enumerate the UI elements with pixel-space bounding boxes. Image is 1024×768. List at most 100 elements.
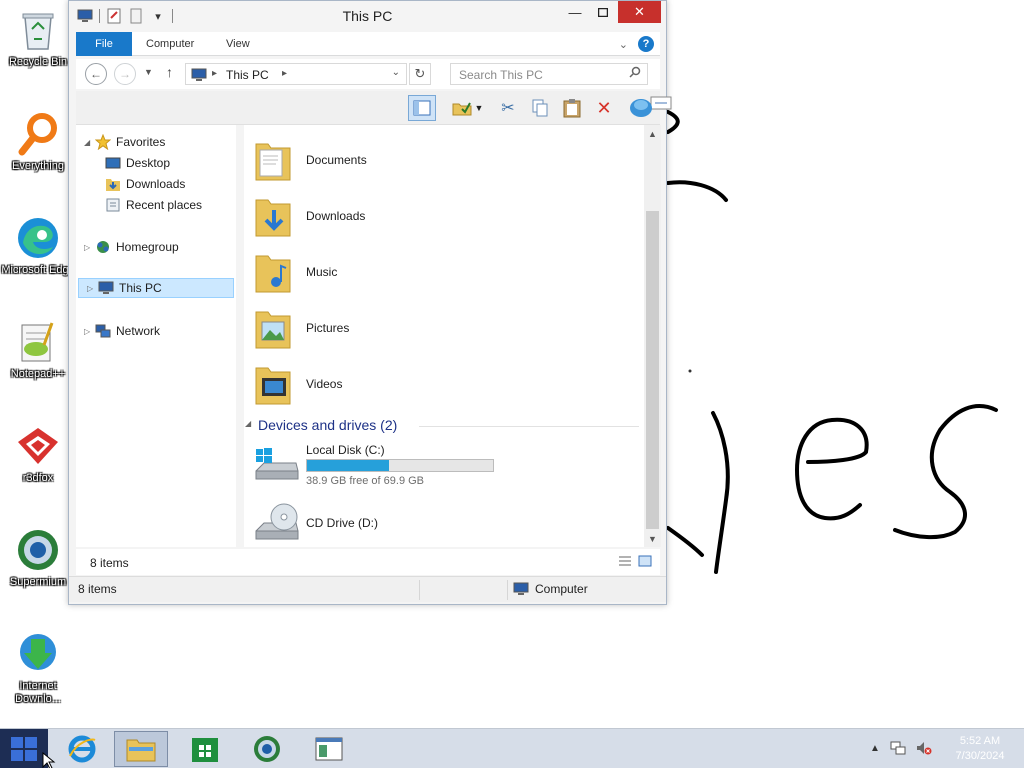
taskbar-supermium[interactable] <box>240 731 294 767</box>
search-input[interactable]: Search This PC <box>450 63 648 85</box>
copy-button[interactable] <box>526 95 554 121</box>
collapse-arrow-icon[interactable]: ◢ <box>84 138 94 147</box>
title-bar[interactable]: ▾ This PC — ✕ <box>69 1 666 31</box>
view-switcher <box>618 555 652 567</box>
nav-favorites[interactable]: ◢ Favorites <box>76 132 234 152</box>
cut-button[interactable]: ✂ <box>494 95 522 121</box>
forward-button[interactable]: → <box>114 63 136 85</box>
supermium-icon <box>254 736 280 762</box>
desktop-icon-supermium[interactable]: Supermium <box>0 526 76 589</box>
devices-and-drives-group[interactable]: ◢ Devices and drives (2) <box>244 415 639 435</box>
folder-documents[interactable]: Documents <box>254 138 554 188</box>
scrollbar-thumb[interactable] <box>646 211 659 529</box>
drive-local-disk-c[interactable]: Local Disk (C:) 38.9 GB free of 69.9 GB <box>254 443 554 493</box>
taskbar-app-window[interactable] <box>302 731 356 767</box>
nav-label: Favorites <box>116 135 166 149</box>
breadcrumb-location[interactable]: This PC <box>226 68 269 82</box>
shell-icon <box>630 99 652 117</box>
navigation-pane-button[interactable] <box>408 95 436 121</box>
folder-name: Documents <box>306 153 367 167</box>
start-button[interactable] <box>0 729 48 768</box>
desktop-icon-r3dfox[interactable]: r3dfox <box>0 422 76 485</box>
pictures-folder-icon <box>255 311 291 349</box>
this-pc-icon <box>97 280 115 296</box>
expand-arrow-icon[interactable]: ▷ <box>84 243 94 252</box>
clock-time: 5:52 AM <box>959 735 1001 747</box>
search-icon <box>629 66 641 81</box>
delete-button[interactable]: ✕ <box>590 95 618 121</box>
volume-muted-icon[interactable] <box>916 741 932 755</box>
folder-videos[interactable]: Videos <box>254 362 554 412</box>
desktop-icon-notepadpp[interactable]: Notepad++ <box>0 318 76 381</box>
up-button[interactable]: ↑ <box>166 64 173 80</box>
minimize-button[interactable]: — <box>561 1 589 23</box>
nav-recent-places[interactable]: Recent places <box>76 195 234 215</box>
tab-file[interactable]: File <box>76 32 132 56</box>
address-dropdown-icon[interactable]: ⌄ <box>392 67 400 78</box>
show-hidden-icons-chevron-icon[interactable]: ▲ <box>870 743 880 754</box>
nav-desktop[interactable]: Desktop <box>76 153 234 173</box>
cd-drive-icon <box>255 503 299 540</box>
desktop-icon-idm[interactable]: Internet Downlo... <box>0 630 76 706</box>
nav-this-pc[interactable]: ▷ This PC <box>78 278 234 298</box>
maximize-button[interactable] <box>589 1 617 23</box>
windows-logo-icon <box>11 737 37 761</box>
desktop-icon-everything[interactable]: Everything <box>0 110 76 173</box>
folder-music[interactable]: Music <box>254 250 554 300</box>
expand-arrow-icon[interactable]: ▷ <box>87 284 97 293</box>
desktop-icon-label: r3dfox <box>22 472 54 484</box>
local-disk-icon <box>255 448 299 480</box>
nav-label: Downloads <box>126 177 186 191</box>
back-button[interactable]: ← <box>85 63 107 85</box>
shell-button[interactable] <box>629 96 657 120</box>
tab-computer[interactable]: Computer <box>136 32 204 56</box>
nav-label: Network <box>116 324 161 338</box>
large-icons-view-icon[interactable] <box>638 555 652 567</box>
expand-ribbon-chevron-icon[interactable]: ⌄ <box>619 38 628 51</box>
nav-label: Desktop <box>126 156 171 170</box>
system-tray: ▲ <box>870 741 932 755</box>
notepadpp-icon <box>14 318 62 366</box>
content-scrollbar[interactable]: ▲ ▼ <box>644 125 661 547</box>
status-bar: 8 items Computer <box>69 576 666 602</box>
status-location: Computer <box>513 582 588 596</box>
clipboard-icon <box>563 99 581 118</box>
videos-folder-icon <box>255 367 291 405</box>
recent-locations-dropdown-icon[interactable]: ▼ <box>144 67 153 77</box>
help-icon[interactable]: ? <box>638 36 654 52</box>
group-collapse-icon[interactable]: ◢ <box>245 419 251 428</box>
nav-homegroup[interactable]: ▷ Homegroup <box>76 237 234 257</box>
desktop-icon-label: Microsoft Edge <box>1 264 75 276</box>
paste-button[interactable] <box>558 95 586 121</box>
explorer-window: ▾ This PC — ✕ File Computer View ⌄ ? ← →… <box>68 0 672 605</box>
r3dfox-icon <box>14 422 62 470</box>
nav-label: This PC <box>119 281 162 295</box>
taskbar-internet-explorer[interactable] <box>55 731 109 767</box>
refresh-button[interactable]: ↻ <box>409 63 431 85</box>
folder-options-dropdown-icon[interactable]: ▼ <box>472 95 486 121</box>
details-view-icon[interactable] <box>618 555 632 567</box>
maximize-icon <box>598 7 608 17</box>
desktop-icon-recycle-bin[interactable]: Recycle Bin <box>0 6 76 69</box>
scroll-down-icon[interactable]: ▼ <box>644 530 661 547</box>
desktop-icon-edge[interactable]: Microsoft Edge <box>0 214 76 277</box>
ribbon-tabs: File Computer View ⌄ ? <box>76 32 660 56</box>
taskbar-clock[interactable]: 5:52 AM 7/30/2024 <box>950 734 1010 764</box>
nav-network[interactable]: ▷ Network <box>76 321 234 341</box>
folder-downloads[interactable]: Downloads <box>254 194 554 244</box>
expand-arrow-icon[interactable]: ▷ <box>84 327 94 336</box>
navigation-pane-icon <box>413 100 431 116</box>
supermium-icon <box>14 526 62 574</box>
store-icon <box>192 738 218 762</box>
scroll-up-icon[interactable]: ▲ <box>644 125 661 142</box>
folder-pictures[interactable]: Pictures <box>254 306 554 356</box>
network-status-icon[interactable] <box>890 741 906 755</box>
taskbar-file-explorer[interactable] <box>114 731 168 767</box>
taskbar-store[interactable] <box>178 731 232 767</box>
tab-view[interactable]: View <box>216 32 260 56</box>
breadcrumb-chevron-icon[interactable]: ▸ <box>282 68 287 79</box>
close-button[interactable]: ✕ <box>618 1 661 23</box>
breadcrumb-chevron-icon[interactable]: ▸ <box>212 68 217 79</box>
address-bar[interactable]: ▸ This PC ▸ ⌄ <box>185 63 407 85</box>
nav-downloads[interactable]: Downloads <box>76 174 234 194</box>
